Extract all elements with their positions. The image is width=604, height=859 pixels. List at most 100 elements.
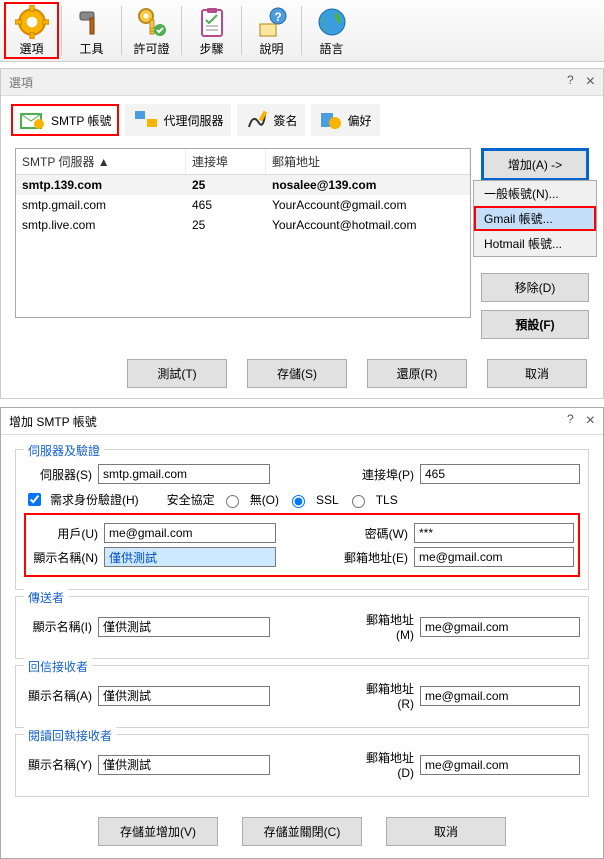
toolbar-tools[interactable]: 工具 bbox=[64, 2, 119, 59]
table-row[interactable]: smtp.139.com 25 nosalee@139.com bbox=[16, 175, 470, 195]
tab-signature[interactable]: 簽名 bbox=[237, 104, 305, 136]
tab-smtp[interactable]: SMTP 帳號 bbox=[11, 104, 119, 136]
th-email[interactable]: 郵箱地址 bbox=[266, 149, 470, 174]
lbl-display-y: 顯示名稱(Y) bbox=[24, 756, 92, 773]
reply-display-input[interactable] bbox=[98, 686, 270, 706]
help-icon[interactable]: ? bbox=[567, 412, 574, 430]
restore-button[interactable]: 還原(R) bbox=[367, 359, 467, 388]
smtp-title: 增加 SMTP 帳號 bbox=[9, 413, 567, 430]
toolbar-options[interactable]: 選項 bbox=[4, 2, 59, 59]
close-icon[interactable]: × bbox=[586, 73, 595, 91]
default-button[interactable]: 預設(F) bbox=[481, 310, 589, 339]
table-row[interactable]: smtp.live.com 25 YourAccount@hotmail.com bbox=[16, 215, 470, 235]
tab-label: 偏好 bbox=[347, 112, 371, 129]
settings-icon bbox=[319, 109, 343, 131]
options-footer: 測試(T) 存儲(S) 還原(R) 取消 bbox=[1, 349, 603, 398]
port-input[interactable] bbox=[420, 464, 580, 484]
display-input[interactable] bbox=[104, 547, 276, 567]
toolbar-label: 語言 bbox=[319, 40, 343, 57]
fieldset-receipt: 閱讀回執接收者 顯示名稱(Y) 郵箱地址(D) bbox=[15, 734, 589, 797]
add-smtp-dialog: 增加 SMTP 帳號 ? × 伺服器及驗證 伺服器(S) 連接埠(P) 需求身份… bbox=[0, 407, 604, 859]
mail-gear-icon bbox=[19, 108, 47, 132]
smtp-titlebar: 增加 SMTP 帳號 ? × bbox=[1, 408, 603, 435]
toolbar-label: 許可證 bbox=[133, 40, 169, 57]
svg-text:?: ? bbox=[274, 10, 281, 24]
toolbar-label: 步驟 bbox=[199, 40, 223, 57]
fieldset-sender: 傳送者 顯示名稱(I) 郵箱地址(M) bbox=[15, 596, 589, 659]
menu-item-general[interactable]: 一般帳號(N)... bbox=[474, 181, 596, 206]
legend-sender: 傳送者 bbox=[24, 589, 68, 606]
tab-proxy[interactable]: 代理伺服器 bbox=[125, 104, 231, 136]
lbl-pass: 密碼(W) bbox=[344, 525, 408, 542]
tab-label: 代理伺服器 bbox=[163, 112, 223, 129]
key-icon bbox=[134, 4, 170, 40]
lbl-user: 用戶(U) bbox=[30, 525, 98, 542]
legend-reply: 回信接收者 bbox=[24, 658, 92, 675]
server-input[interactable] bbox=[98, 464, 270, 484]
toolbar-language[interactable]: 語言 bbox=[304, 2, 359, 59]
radio-none[interactable] bbox=[226, 495, 239, 508]
account-type-menu: 一般帳號(N)... Gmail 帳號... Hotmail 帳號... bbox=[473, 180, 597, 257]
options-dialog: 選項 ? × SMTP 帳號 代理伺服器 簽名 偏好 SMTP 伺服器 ▲ 連接 bbox=[0, 68, 604, 399]
legend-receipt: 閱讀回執接收者 bbox=[24, 727, 116, 744]
toolbar-label: 選項 bbox=[19, 40, 43, 57]
radio-ssl[interactable] bbox=[292, 495, 305, 508]
th-server[interactable]: SMTP 伺服器 ▲ bbox=[16, 149, 186, 174]
close-icon[interactable]: × bbox=[586, 412, 595, 430]
lbl-email-m: 郵箱地址(M) bbox=[350, 611, 414, 642]
th-port[interactable]: 連接埠 bbox=[186, 149, 266, 174]
auth-checkbox[interactable] bbox=[28, 493, 41, 506]
tab-preferences[interactable]: 偏好 bbox=[311, 104, 379, 136]
save-add-button[interactable]: 存儲並增加(V) bbox=[98, 817, 218, 846]
receipt-email-input[interactable] bbox=[420, 755, 580, 775]
add-button[interactable]: 增加(A) -> bbox=[481, 148, 589, 181]
tab-label: SMTP 帳號 bbox=[51, 112, 111, 129]
pass-input[interactable] bbox=[414, 523, 574, 543]
options-title: 選項 bbox=[9, 74, 567, 91]
legend-server: 伺服器及驗證 bbox=[24, 442, 104, 459]
options-titlebar: 選項 ? × bbox=[1, 69, 603, 96]
smtp-footer: 存儲並增加(V) 存儲並關閉(C) 取消 bbox=[1, 805, 603, 858]
signature-icon bbox=[245, 109, 269, 131]
fieldset-reply: 回信接收者 顯示名稱(A) 郵箱地址(R) bbox=[15, 665, 589, 728]
remove-button[interactable]: 移除(D) bbox=[481, 273, 589, 302]
email-input[interactable] bbox=[414, 547, 574, 567]
cancel-button[interactable]: 取消 bbox=[487, 359, 587, 388]
lbl-port: 連接埠(P) bbox=[350, 466, 414, 483]
clipboard-icon bbox=[194, 4, 230, 40]
fieldset-server: 伺服器及驗證 伺服器(S) 連接埠(P) 需求身份驗證(H) 安全協定 無(O)… bbox=[15, 449, 589, 590]
globe-icon bbox=[314, 4, 350, 40]
side-buttons: 增加(A) -> 一般帳號(N)... Gmail 帳號... Hotmail … bbox=[481, 148, 589, 339]
menu-item-hotmail[interactable]: Hotmail 帳號... bbox=[474, 231, 596, 256]
lbl-display-a: 顯示名稱(A) bbox=[24, 687, 92, 704]
toolbar-label: 工具 bbox=[79, 40, 103, 57]
sender-email-input[interactable] bbox=[420, 617, 580, 637]
test-button[interactable]: 測試(T) bbox=[127, 359, 227, 388]
servers-icon bbox=[133, 109, 159, 131]
radio-tls[interactable] bbox=[352, 495, 365, 508]
hammer-icon bbox=[74, 4, 110, 40]
gear-icon bbox=[14, 4, 50, 40]
main-toolbar: 選項 工具 許可證 步驟 ? 說明 語言 bbox=[0, 0, 604, 62]
save-close-button[interactable]: 存儲並關閉(C) bbox=[242, 817, 362, 846]
lbl-server: 伺服器(S) bbox=[24, 466, 92, 483]
sender-display-input[interactable] bbox=[98, 617, 270, 637]
table-row[interactable]: smtp.gmail.com 465 YourAccount@gmail.com bbox=[16, 195, 470, 215]
credentials-highlight: 用戶(U) 密碼(W) 顯示名稱(N) 郵箱地址(E) bbox=[24, 513, 580, 577]
user-input[interactable] bbox=[104, 523, 276, 543]
reply-email-input[interactable] bbox=[420, 686, 580, 706]
cancel-button[interactable]: 取消 bbox=[386, 817, 506, 846]
toolbar-license[interactable]: 許可證 bbox=[124, 2, 179, 59]
help-icon[interactable]: ? bbox=[567, 73, 574, 91]
toolbar-label: 說明 bbox=[259, 40, 283, 57]
lbl-auth: 需求身份驗證(H) bbox=[50, 491, 139, 508]
menu-item-gmail[interactable]: Gmail 帳號... bbox=[474, 206, 596, 231]
toolbar-help[interactable]: ? 說明 bbox=[244, 2, 299, 59]
options-tabs: SMTP 帳號 代理伺服器 簽名 偏好 bbox=[1, 96, 603, 138]
lbl-email-r: 郵箱地址(R) bbox=[350, 680, 414, 711]
smtp-table: SMTP 伺服器 ▲ 連接埠 郵箱地址 smtp.139.com 25 nosa… bbox=[15, 148, 471, 318]
receipt-display-input[interactable] bbox=[98, 755, 270, 775]
tab-label: 簽名 bbox=[273, 112, 297, 129]
toolbar-steps[interactable]: 步驟 bbox=[184, 2, 239, 59]
save-button[interactable]: 存儲(S) bbox=[247, 359, 347, 388]
